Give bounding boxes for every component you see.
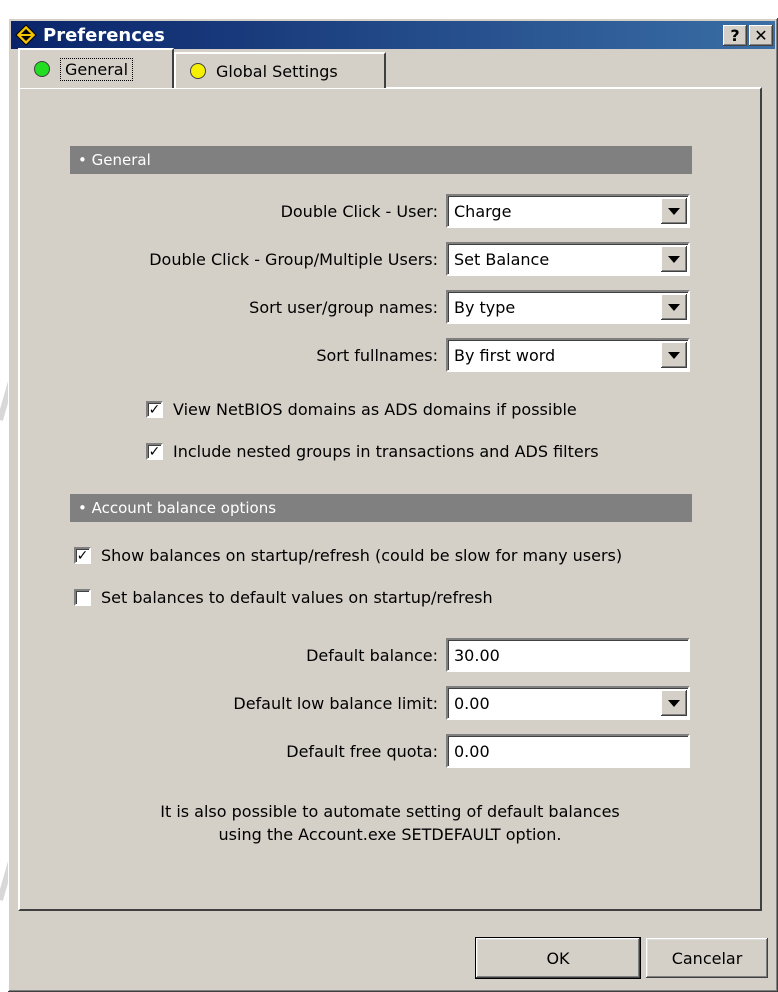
free-quota-value: 0.00 (454, 741, 490, 761)
ok-button[interactable]: OK (475, 937, 641, 979)
tab-global-settings-label: Global Settings (216, 61, 338, 81)
double-click-user-select[interactable]: Charge (446, 194, 690, 228)
title-bar[interactable]: Preferences ? ✕ (11, 21, 775, 49)
double-click-group-select[interactable]: Set Balance (446, 242, 690, 276)
sort-names-select[interactable]: By type (446, 290, 690, 324)
chevron-down-icon[interactable] (661, 342, 687, 368)
bullet-icon: • (78, 499, 92, 517)
default-balance-input[interactable]: 30.00 (446, 638, 690, 672)
netbios-checkbox-label: View NetBIOS domains as ADS domains if p… (173, 400, 577, 419)
chevron-down-icon[interactable] (661, 246, 687, 272)
low-balance-limit-label: Default low balance limit: (233, 694, 438, 713)
section-header-balance-text: Account balance options (91, 499, 277, 517)
automation-note: It is also possible to automate setting … (40, 800, 740, 846)
yellow-status-icon (190, 63, 206, 79)
tab-global-settings[interactable]: Global Settings (174, 52, 386, 88)
free-quota-input[interactable]: 0.00 (446, 734, 690, 768)
set-defaults-checkbox-label: Set balances to default values on startu… (101, 588, 493, 607)
double-click-group-value: Set Balance (454, 249, 550, 269)
show-balances-checkbox[interactable]: ✓ (74, 547, 91, 564)
tab-general[interactable]: General (18, 48, 174, 88)
section-header-balance: • Account balance options (70, 494, 692, 522)
sort-fullnames-value: By first word (454, 345, 556, 365)
low-balance-limit-value: 0.00 (454, 693, 490, 713)
sort-fullnames-select[interactable]: By first word (446, 338, 690, 372)
cancel-button[interactable]: Cancelar (646, 938, 768, 978)
low-balance-limit-select[interactable]: 0.00 (446, 686, 690, 720)
green-status-icon (34, 61, 50, 77)
tab-general-label: General (60, 57, 134, 81)
nested-groups-checkbox-label: Include nested groups in transactions an… (173, 442, 599, 461)
chevron-down-icon[interactable] (661, 294, 687, 320)
default-balance-label: Default balance: (306, 646, 438, 665)
set-defaults-checkbox[interactable] (74, 589, 91, 606)
help-button[interactable]: ? (723, 24, 747, 46)
show-balances-checkbox-label: Show balances on startup/refresh (could … (101, 546, 623, 565)
double-click-user-value: Charge (454, 201, 512, 221)
automation-note-line2: using the Account.exe SETDEFAULT option. (218, 825, 562, 844)
sort-fullnames-label: Sort fullnames: (316, 346, 438, 365)
double-click-group-label: Double Click - Group/Multiple Users: (149, 250, 438, 269)
default-balance-value: 30.00 (454, 645, 500, 665)
set-defaults-checkbox-row[interactable]: Set balances to default values on startu… (74, 588, 493, 607)
chevron-down-icon[interactable] (661, 690, 687, 716)
netbios-checkbox-row[interactable]: ✓ View NetBIOS domains as ADS domains if… (146, 400, 577, 419)
section-header-general: • General (70, 146, 692, 174)
free-quota-label: Default free quota: (286, 742, 438, 761)
nested-groups-checkbox[interactable]: ✓ (146, 443, 163, 460)
nested-groups-checkbox-row[interactable]: ✓ Include nested groups in transactions … (146, 442, 599, 461)
section-header-general-text: General (91, 151, 151, 169)
show-balances-checkbox-row[interactable]: ✓ Show balances on startup/refresh (coul… (74, 546, 622, 565)
bullet-icon: • (78, 151, 92, 169)
chevron-down-icon[interactable] (661, 198, 687, 224)
double-click-user-label: Double Click - User: (280, 202, 438, 221)
sort-names-label: Sort user/group names: (249, 298, 438, 317)
sort-names-value: By type (454, 297, 516, 317)
close-button[interactable]: ✕ (749, 24, 773, 46)
app-diamond-icon (15, 24, 37, 46)
netbios-checkbox[interactable]: ✓ (146, 401, 163, 418)
automation-note-line1: It is also possible to automate setting … (160, 802, 620, 821)
window-title: Preferences (43, 24, 165, 46)
